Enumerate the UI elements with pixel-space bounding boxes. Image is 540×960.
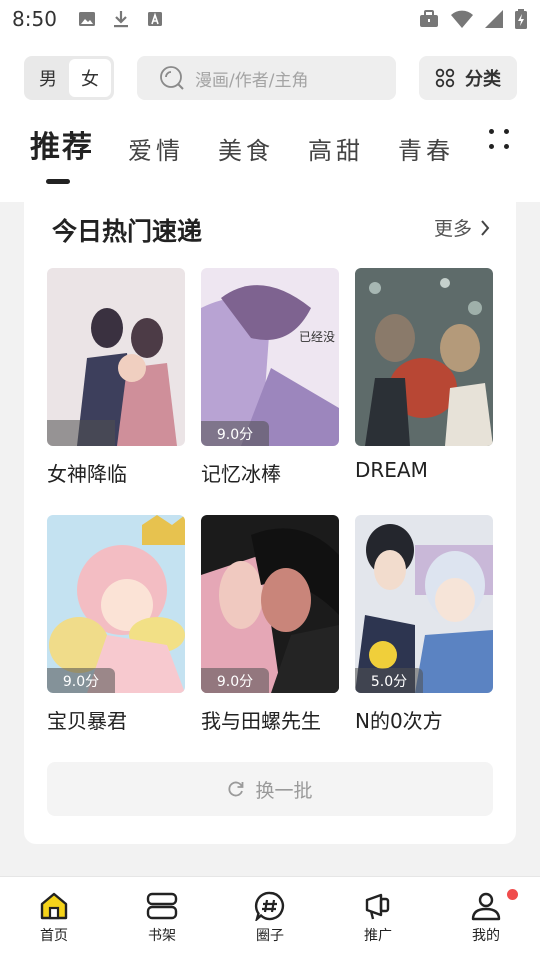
comic-title[interactable]: 记忆冰棒	[201, 458, 339, 487]
megaphone-icon	[365, 893, 390, 920]
home-icon	[40, 892, 68, 920]
section-title: 今日热门速递	[52, 217, 203, 246]
gallery-icon	[78, 12, 95, 26]
cover-art	[47, 268, 185, 446]
search-placeholder: 漫画/作者/主角	[195, 70, 309, 91]
cover-art	[47, 515, 185, 693]
search-icon	[160, 66, 184, 90]
profile-icon	[471, 892, 501, 921]
gender-female-option[interactable]: 女	[69, 59, 111, 97]
comic-title[interactable]: 女神降临	[47, 458, 185, 487]
status-time: 8:50	[12, 7, 57, 31]
cover-art: 已经没	[201, 268, 339, 446]
nav-home-label: 首页	[40, 928, 68, 944]
tab-food[interactable]: 美食	[218, 131, 274, 166]
comic-item[interactable]: 女神降临	[47, 268, 185, 487]
bottom-nav: 首页 书架 圈子 推广 我的	[0, 876, 540, 960]
comic-title[interactable]: DREAM	[355, 458, 493, 482]
score-badge: 9.0分	[201, 668, 269, 693]
nav-bookshelf-label: 书架	[148, 928, 176, 944]
refresh-label: 换一批	[255, 779, 313, 802]
comic-cover[interactable]	[47, 268, 185, 446]
score-badge: 5.0分	[355, 668, 423, 693]
comic-item[interactable]: 9.0分 我与田螺先生	[201, 515, 339, 734]
comic-cover[interactable]	[355, 268, 493, 446]
hot-section-card: 今日热门速递 更多 女神降临 已经没 9.0分 记忆冰棒 DREAM 9.0分 …	[24, 202, 516, 844]
nav-circle-label: 圈子	[256, 928, 284, 944]
nav-promote-label: 推广	[364, 928, 392, 944]
nav-circle[interactable]: 圈子	[216, 877, 324, 960]
category-label: 分类	[465, 69, 501, 90]
score-badge: 9.0分	[47, 668, 115, 693]
bookshelf-icon	[146, 892, 178, 920]
hashtag-circle-icon	[254, 891, 285, 921]
nav-mine-label: 我的	[472, 928, 500, 944]
signal-icon	[485, 10, 503, 28]
comic-cover[interactable]: 5.0分	[355, 515, 493, 693]
tab-romance[interactable]: 爱情	[128, 131, 184, 166]
battery-charging-icon	[515, 9, 527, 29]
gender-male-option[interactable]: 男	[27, 59, 69, 97]
top-header: 男 女 漫画/作者/主角 分类 推荐 爱情 美食 高甜 青春	[0, 38, 540, 202]
cover-art	[355, 515, 493, 693]
comic-cover[interactable]: 已经没 9.0分	[201, 268, 339, 446]
category-tabs: 推荐 爱情 美食 高甜 青春	[30, 116, 488, 184]
comic-title[interactable]: 宝贝暴君	[47, 705, 185, 734]
cover-art	[355, 268, 493, 446]
briefcase-icon	[420, 10, 438, 27]
comic-item[interactable]: DREAM	[355, 268, 493, 482]
tab-youth[interactable]: 青春	[398, 131, 454, 166]
svg-text:已经没: 已经没	[299, 329, 335, 344]
comic-item[interactable]: 5.0分 N的0次方	[355, 515, 493, 734]
status-bar: 8:50	[0, 0, 540, 38]
download-icon	[113, 11, 128, 28]
category-button[interactable]: 分类	[419, 56, 517, 100]
nav-promote[interactable]: 推广	[324, 877, 432, 960]
tab-sweet[interactable]: 高甜	[308, 131, 364, 166]
refresh-icon	[228, 781, 244, 797]
nav-mine[interactable]: 我的	[432, 877, 540, 960]
more-tabs-icon[interactable]	[486, 126, 512, 152]
text-app-icon	[147, 12, 162, 26]
comic-title[interactable]: 我与田螺先生	[201, 705, 339, 734]
comic-item[interactable]: 已经没 9.0分 记忆冰棒	[201, 268, 339, 487]
grid-circles-icon	[435, 68, 455, 88]
cover-art	[201, 515, 339, 693]
gender-switch: 男 女	[24, 56, 114, 100]
search-bar[interactable]: 漫画/作者/主角	[137, 56, 396, 100]
chevron-right-icon	[481, 219, 490, 236]
comic-item[interactable]: 9.0分 宝贝暴君	[47, 515, 185, 734]
more-label: 更多	[433, 218, 472, 240]
nav-bookshelf[interactable]: 书架	[108, 877, 216, 960]
refresh-batch-button[interactable]: 换一批	[47, 762, 493, 816]
tab-recommend[interactable]: 推荐	[30, 122, 94, 184]
nav-home[interactable]: 首页	[0, 877, 108, 960]
comic-cover[interactable]: 9.0分	[47, 515, 185, 693]
comic-title[interactable]: N的0次方	[355, 705, 493, 734]
comic-cover[interactable]: 9.0分	[201, 515, 339, 693]
notification-dot	[507, 889, 518, 900]
score-badge: 9.0分	[201, 421, 269, 446]
more-link[interactable]: 更多	[434, 214, 490, 241]
wifi-icon	[451, 10, 473, 28]
